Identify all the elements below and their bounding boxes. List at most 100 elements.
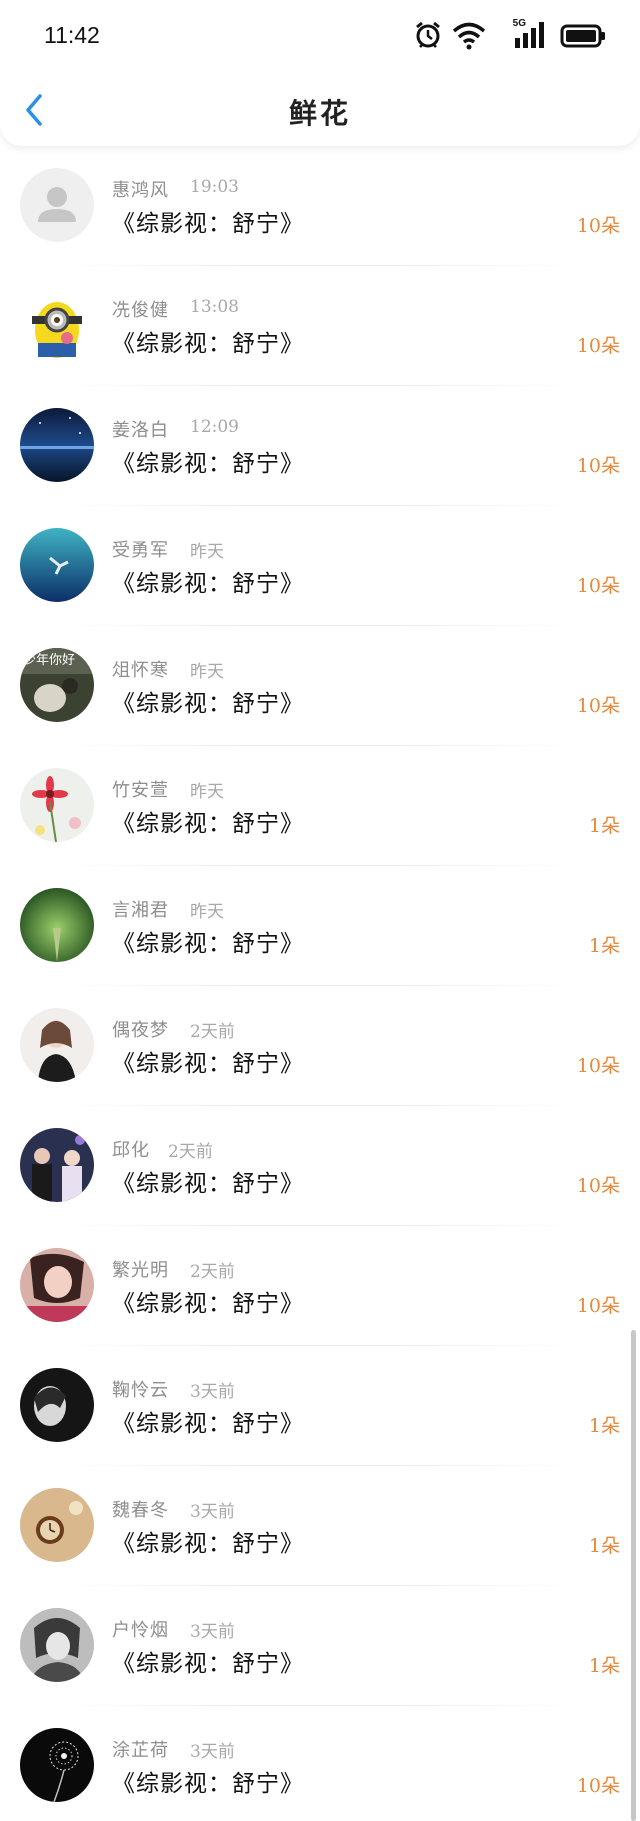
user-name: 繁光明 (112, 1260, 169, 1281)
flower-count: 1朵 (588, 935, 620, 957)
book-title: 《综影视：舒宁》 (112, 451, 304, 477)
avatar (20, 1008, 94, 1082)
avatar (20, 1488, 94, 1562)
avatar (20, 1608, 94, 1682)
list-item[interactable]: 竹安萱 昨天 《综影视：舒宁》 1朵 (0, 746, 640, 866)
battery-icon (560, 24, 605, 48)
flower-count: 1朵 (588, 1415, 620, 1437)
timestamp: 2天前 (190, 1022, 235, 1042)
timestamp: 3天前 (190, 1742, 235, 1762)
list-item[interactable]: 惠鸿风 19:03 《综影视：舒宁》 10朵 (0, 146, 640, 266)
book-title: 《综影视：舒宁》 (112, 331, 304, 357)
underwater-avatar-icon (20, 528, 94, 602)
flower-count: 10朵 (576, 455, 620, 477)
photo-avatar-icon: 少年你好 (20, 648, 94, 722)
timestamp: 昨天 (190, 902, 224, 922)
flower-count: 10朵 (576, 1775, 620, 1797)
list-item[interactable]: 邱化 2天前 《综影视：舒宁》 10朵 (0, 1106, 640, 1226)
flower-avatar-icon (20, 768, 94, 842)
flower-count: 10朵 (576, 575, 620, 597)
avatar (20, 1728, 94, 1802)
scrollbar[interactable] (631, 1330, 636, 1821)
timestamp: 12:09 (190, 417, 239, 437)
flower-count: 10朵 (576, 335, 620, 357)
user-name: 魏春冬 (112, 1500, 169, 1521)
user-name: 竹安萱 (112, 780, 169, 801)
avatar (20, 1368, 94, 1442)
flower-count: 10朵 (576, 1295, 620, 1317)
alarm-icon (416, 21, 440, 48)
book-title: 《综影视：舒宁》 (112, 1411, 304, 1437)
timestamp: 2天前 (168, 1142, 213, 1162)
gray-portrait-avatar-icon (20, 1608, 94, 1682)
list-item[interactable]: 少年你好 俎怀寒 昨天 《综影视：舒宁》 10朵 (0, 626, 640, 746)
book-title: 《综影视：舒宁》 (112, 211, 304, 237)
flower-count: 10朵 (576, 1055, 620, 1077)
bw-portrait-avatar-icon (20, 1368, 94, 1442)
flower-count: 10朵 (576, 215, 620, 237)
list-item[interactable]: 魏春冬 3天前 《综影视：舒宁》 1朵 (0, 1466, 640, 1586)
timestamp: 昨天 (190, 782, 224, 802)
list-item[interactable]: 姜洛白 12:09 《综影视：舒宁》 10朵 (0, 386, 640, 506)
list-item[interactable]: 言湘君 昨天 《综影视：舒宁》 1朵 (0, 866, 640, 986)
user-name: 受勇军 (112, 540, 169, 561)
timestamp: 19:03 (190, 177, 239, 197)
avatar (20, 168, 94, 242)
list-item[interactable]: 受勇军 昨天 《综影视：舒宁》 10朵 (0, 506, 640, 626)
timestamp: 3天前 (190, 1382, 235, 1402)
flower-count: 1朵 (588, 1535, 620, 1557)
avatar (20, 288, 94, 362)
list-item[interactable]: 鞠怜云 3天前 《综影视：舒宁》 1朵 (0, 1346, 640, 1466)
book-title: 《综影视：舒宁》 (112, 571, 304, 597)
user-name: 邱化 (112, 1140, 150, 1161)
status-time: 11:42 (44, 22, 100, 48)
user-name: 言湘君 (112, 900, 169, 921)
book-title: 《综影视：舒宁》 (112, 1291, 304, 1317)
dandelion-avatar-icon (20, 1728, 94, 1802)
signal-icon (515, 22, 544, 48)
avatar: 少年你好 (20, 648, 94, 722)
book-title: 《综影视：舒宁》 (112, 1531, 304, 1557)
girl-avatar-icon (20, 1008, 94, 1082)
user-name: 冼俊健 (112, 300, 169, 321)
user-name: 涂芷荷 (112, 1740, 169, 1761)
avatar (20, 1248, 94, 1322)
avatar (20, 528, 94, 602)
flower-count: 1朵 (588, 815, 620, 837)
avatar (20, 888, 94, 962)
user-name: 惠鸿风 (112, 180, 169, 201)
user-name: 俎怀寒 (112, 660, 169, 681)
book-title: 《综影视：舒宁》 (112, 1051, 304, 1077)
avatar (20, 768, 94, 842)
list-item[interactable]: 偶夜梦 2天前 《综影视：舒宁》 10朵 (0, 986, 640, 1106)
night-lake-avatar-icon (20, 408, 94, 482)
wifi-icon (452, 22, 486, 50)
minion-avatar-icon (20, 288, 94, 362)
top-bar: 11:42 5G 鲜花 (0, 0, 640, 146)
timestamp: 13:08 (190, 297, 239, 317)
timestamp: 3天前 (190, 1622, 235, 1642)
timestamp: 2天前 (190, 1262, 235, 1282)
avatar-caption: 少年你好 (23, 653, 75, 668)
timestamp: 昨天 (190, 542, 224, 562)
flower-count: 10朵 (576, 695, 620, 717)
user-name: 户怜烟 (112, 1620, 169, 1641)
user-name: 鞠怜云 (112, 1380, 169, 1401)
timestamp: 3天前 (190, 1502, 235, 1522)
page-title: 鲜花 (288, 97, 351, 130)
list-item[interactable]: 冼俊健 13:08 《综影视：舒宁》 10朵 (0, 266, 640, 386)
list-item[interactable]: 户怜烟 3天前 《综影视：舒宁》 1朵 (0, 1586, 640, 1706)
book-title: 《综影视：舒宁》 (112, 1771, 304, 1797)
user-name: 姜洛白 (112, 420, 169, 441)
list-item[interactable]: 涂芷荷 3天前 《综影视：舒宁》 10朵 (0, 1706, 640, 1821)
watch-avatar-icon (20, 1488, 94, 1562)
list-item[interactable]: 繁光明 2天前 《综影视：舒宁》 10朵 (0, 1226, 640, 1346)
user-name: 偶夜梦 (112, 1020, 169, 1041)
book-title: 《综影视：舒宁》 (112, 1651, 304, 1677)
flower-list: 惠鸿风 19:03 《综影视：舒宁》 10朵 冼俊健 13:08 《综影视：舒宁… (0, 146, 640, 1821)
book-title: 《综影视：舒宁》 (112, 691, 304, 717)
portrait-avatar-icon (20, 1248, 94, 1322)
avatar (20, 1128, 94, 1202)
avatar (20, 408, 94, 482)
book-title: 《综影视：舒宁》 (112, 931, 304, 957)
